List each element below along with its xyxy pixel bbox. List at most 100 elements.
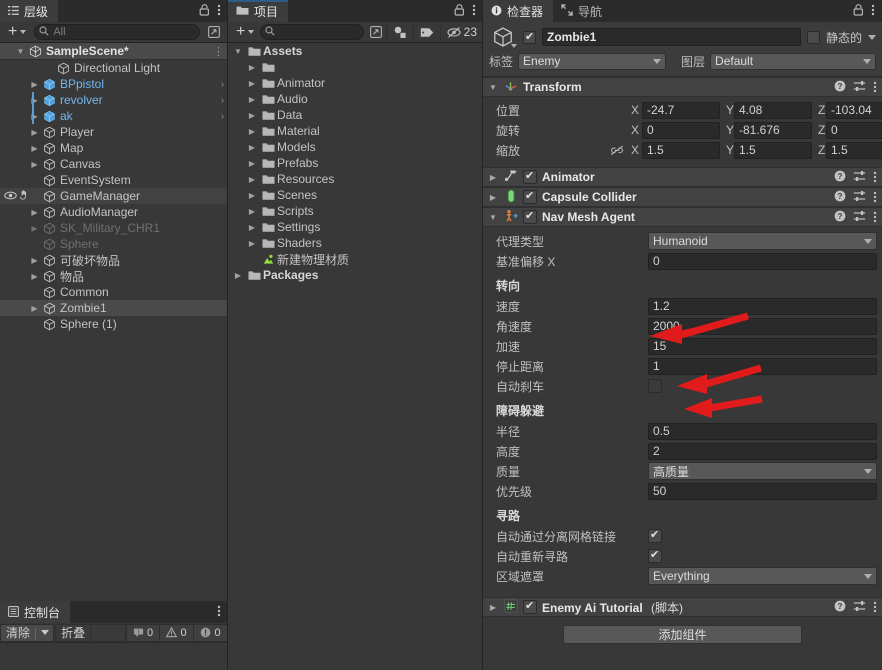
transform-y-input[interactable]: -81.676 bbox=[734, 121, 812, 139]
twisty-icon[interactable]: ▶ bbox=[28, 272, 41, 281]
project-item[interactable]: ▶ Settings bbox=[228, 219, 483, 235]
twisty-icon[interactable]: ▶ bbox=[245, 191, 259, 200]
twisty-icon[interactable]: ▶ bbox=[245, 223, 259, 232]
hierarchy-search-box[interactable] bbox=[34, 24, 200, 40]
console-warning-count[interactable]: 0 bbox=[160, 623, 194, 642]
hierarchy-item[interactable]: ▶ 可破坏物品 bbox=[0, 252, 228, 268]
component-header-transform[interactable]: ▼ Transform ? bbox=[483, 77, 882, 97]
tab-navigation[interactable]: 导航 bbox=[553, 0, 613, 22]
auto-traverse-checkbox[interactable] bbox=[648, 528, 662, 543]
height-input[interactable]: 2 bbox=[648, 442, 877, 460]
twisty-icon[interactable]: ▶ bbox=[245, 127, 259, 136]
twisty-icon[interactable]: ▶ bbox=[245, 63, 259, 72]
console-menu-icon[interactable] bbox=[217, 605, 221, 617]
component-header-animator[interactable]: ▶ Animator? bbox=[483, 167, 882, 187]
twisty-icon[interactable]: ▶ bbox=[28, 224, 41, 233]
base-offset-input[interactable]: 0 bbox=[648, 252, 877, 270]
twisty-icon[interactable]: ▼ bbox=[14, 47, 27, 56]
project-item[interactable]: ▶ Resources bbox=[228, 171, 483, 187]
twisty-icon[interactable]: ▼ bbox=[487, 83, 499, 92]
radius-input[interactable]: 0.5 bbox=[648, 422, 877, 440]
add-component-button[interactable]: 添加组件 bbox=[563, 625, 802, 644]
project-item[interactable]: ▶ Shaders bbox=[228, 235, 483, 251]
project-tree[interactable]: ▼ Assets ▶ ▶ Animator ▶ Audio ▶ Data ▶ Material ▶ Mo… bbox=[228, 43, 483, 283]
project-item[interactable]: ▶ Prefabs bbox=[228, 155, 483, 171]
transform-x-input[interactable]: 0 bbox=[642, 121, 720, 139]
project-item[interactable]: ▶ Scripts bbox=[228, 203, 483, 219]
help-icon[interactable]: ? bbox=[834, 80, 846, 95]
project-search-expand-button[interactable] bbox=[366, 24, 386, 41]
component-enabled-checkbox[interactable] bbox=[523, 169, 537, 184]
hierarchy-item[interactable]: ▶ revolver › bbox=[0, 92, 228, 108]
component-menu-icon[interactable] bbox=[873, 191, 877, 203]
project-item[interactable]: ▶ Models bbox=[228, 139, 483, 155]
navmeshagent-enabled-checkbox[interactable] bbox=[523, 209, 537, 224]
scene-menu-icon[interactable]: ⋮ bbox=[207, 45, 224, 58]
tag-dropdown[interactable]: Enemy bbox=[518, 52, 667, 70]
twisty-icon[interactable]: ▶ bbox=[245, 239, 259, 248]
project-add-button[interactable]: + bbox=[232, 24, 258, 41]
gameobject-name-input[interactable]: Zombie1 bbox=[542, 28, 801, 46]
project-hidden-count[interactable]: 23 bbox=[439, 21, 483, 43]
console-log-count[interactable]: ! 0 bbox=[126, 623, 160, 642]
hierarchy-item[interactable]: Common bbox=[0, 284, 228, 300]
component-menu-icon[interactable] bbox=[873, 81, 877, 93]
auto-braking-checkbox[interactable] bbox=[648, 379, 662, 393]
twisty-icon[interactable]: ▶ bbox=[28, 208, 41, 217]
twisty-icon[interactable]: ▶ bbox=[487, 173, 499, 182]
speed-input[interactable]: 1.2 bbox=[648, 297, 877, 315]
transform-y-input[interactable]: 1.5 bbox=[734, 141, 812, 159]
agent-type-dropdown[interactable]: Humanoid bbox=[648, 232, 877, 250]
transform-z-input[interactable]: 0 bbox=[826, 121, 882, 139]
hierarchy-menu-icon[interactable] bbox=[217, 4, 221, 16]
twisty-icon[interactable]: ▶ bbox=[245, 95, 259, 104]
project-item[interactable]: 新建物理材质 bbox=[228, 251, 483, 267]
help-icon[interactable]: ? bbox=[834, 190, 846, 205]
preset-icon[interactable] bbox=[853, 190, 866, 205]
prefab-open-chevron-icon[interactable]: › bbox=[215, 79, 224, 89]
lock-icon[interactable] bbox=[454, 3, 465, 16]
hierarchy-tree[interactable]: ▼ SampleScene* ⋮ Directional Light ▶ BPpistol… bbox=[0, 43, 228, 332]
transform-x-input[interactable]: -24.7 bbox=[642, 101, 720, 119]
component-header-capsule-collider[interactable]: ▶ Capsule Collider? bbox=[483, 187, 882, 207]
hierarchy-item[interactable]: ▶ Zombie1 bbox=[0, 300, 228, 316]
lock-icon[interactable] bbox=[199, 3, 210, 16]
twisty-icon[interactable]: ▶ bbox=[245, 207, 259, 216]
project-item[interactable]: ▶ Material bbox=[228, 123, 483, 139]
hierarchy-item[interactable]: ▼ SampleScene* ⋮ bbox=[0, 43, 228, 59]
quality-dropdown[interactable]: 高质量 bbox=[648, 462, 877, 480]
project-item[interactable]: ▶ bbox=[228, 59, 483, 75]
component-enabled-checkbox[interactable] bbox=[523, 189, 537, 204]
twisty-icon[interactable]: ▶ bbox=[245, 79, 259, 88]
hierarchy-item[interactable]: Sphere bbox=[0, 236, 228, 252]
component-header-enemy-ai-tutorial[interactable]: ▶ Enemy Ai Tutorial (脚本) ? bbox=[483, 597, 882, 617]
area-mask-dropdown[interactable]: Everything bbox=[648, 567, 877, 585]
auto-repath-checkbox[interactable] bbox=[648, 548, 662, 563]
layer-dropdown[interactable]: Default bbox=[710, 52, 876, 70]
hierarchy-item[interactable]: ▶ BPpistol › bbox=[0, 76, 228, 92]
gameobject-enabled-checkbox[interactable] bbox=[523, 30, 536, 44]
project-item[interactable]: ▼ Assets bbox=[228, 43, 483, 59]
hierarchy-item[interactable]: ▶ Player bbox=[0, 124, 228, 140]
hierarchy-item[interactable]: ▶ Map bbox=[0, 140, 228, 156]
scale-link-icon[interactable] bbox=[606, 145, 628, 156]
pointer-icon[interactable] bbox=[19, 189, 32, 203]
tab-project[interactable]: 项目 bbox=[228, 0, 289, 22]
transform-z-input[interactable]: 1.5 bbox=[826, 141, 882, 159]
project-item[interactable]: ▶ Data bbox=[228, 107, 483, 123]
twisty-icon[interactable]: ▶ bbox=[28, 304, 41, 313]
hierarchy-item[interactable]: GameManager bbox=[0, 188, 228, 204]
twisty-icon[interactable]: ▶ bbox=[245, 159, 259, 168]
twisty-icon[interactable]: ▶ bbox=[28, 96, 41, 105]
twisty-icon[interactable]: ▶ bbox=[245, 175, 259, 184]
tab-hierarchy[interactable]: 层级 bbox=[0, 0, 59, 22]
tab-console[interactable]: 控制台 bbox=[0, 601, 71, 623]
twisty-icon[interactable]: ▶ bbox=[231, 271, 245, 280]
hierarchy-item[interactable]: ▶ AudioManager bbox=[0, 204, 228, 220]
twisty-icon[interactable]: ▼ bbox=[487, 213, 499, 222]
hierarchy-item[interactable]: EventSystem bbox=[0, 172, 228, 188]
twisty-icon[interactable]: ▶ bbox=[487, 603, 499, 612]
acceleration-input[interactable]: 15 bbox=[648, 337, 877, 355]
prefab-open-chevron-icon[interactable]: › bbox=[215, 95, 224, 105]
project-filter-type-button[interactable] bbox=[385, 21, 413, 43]
